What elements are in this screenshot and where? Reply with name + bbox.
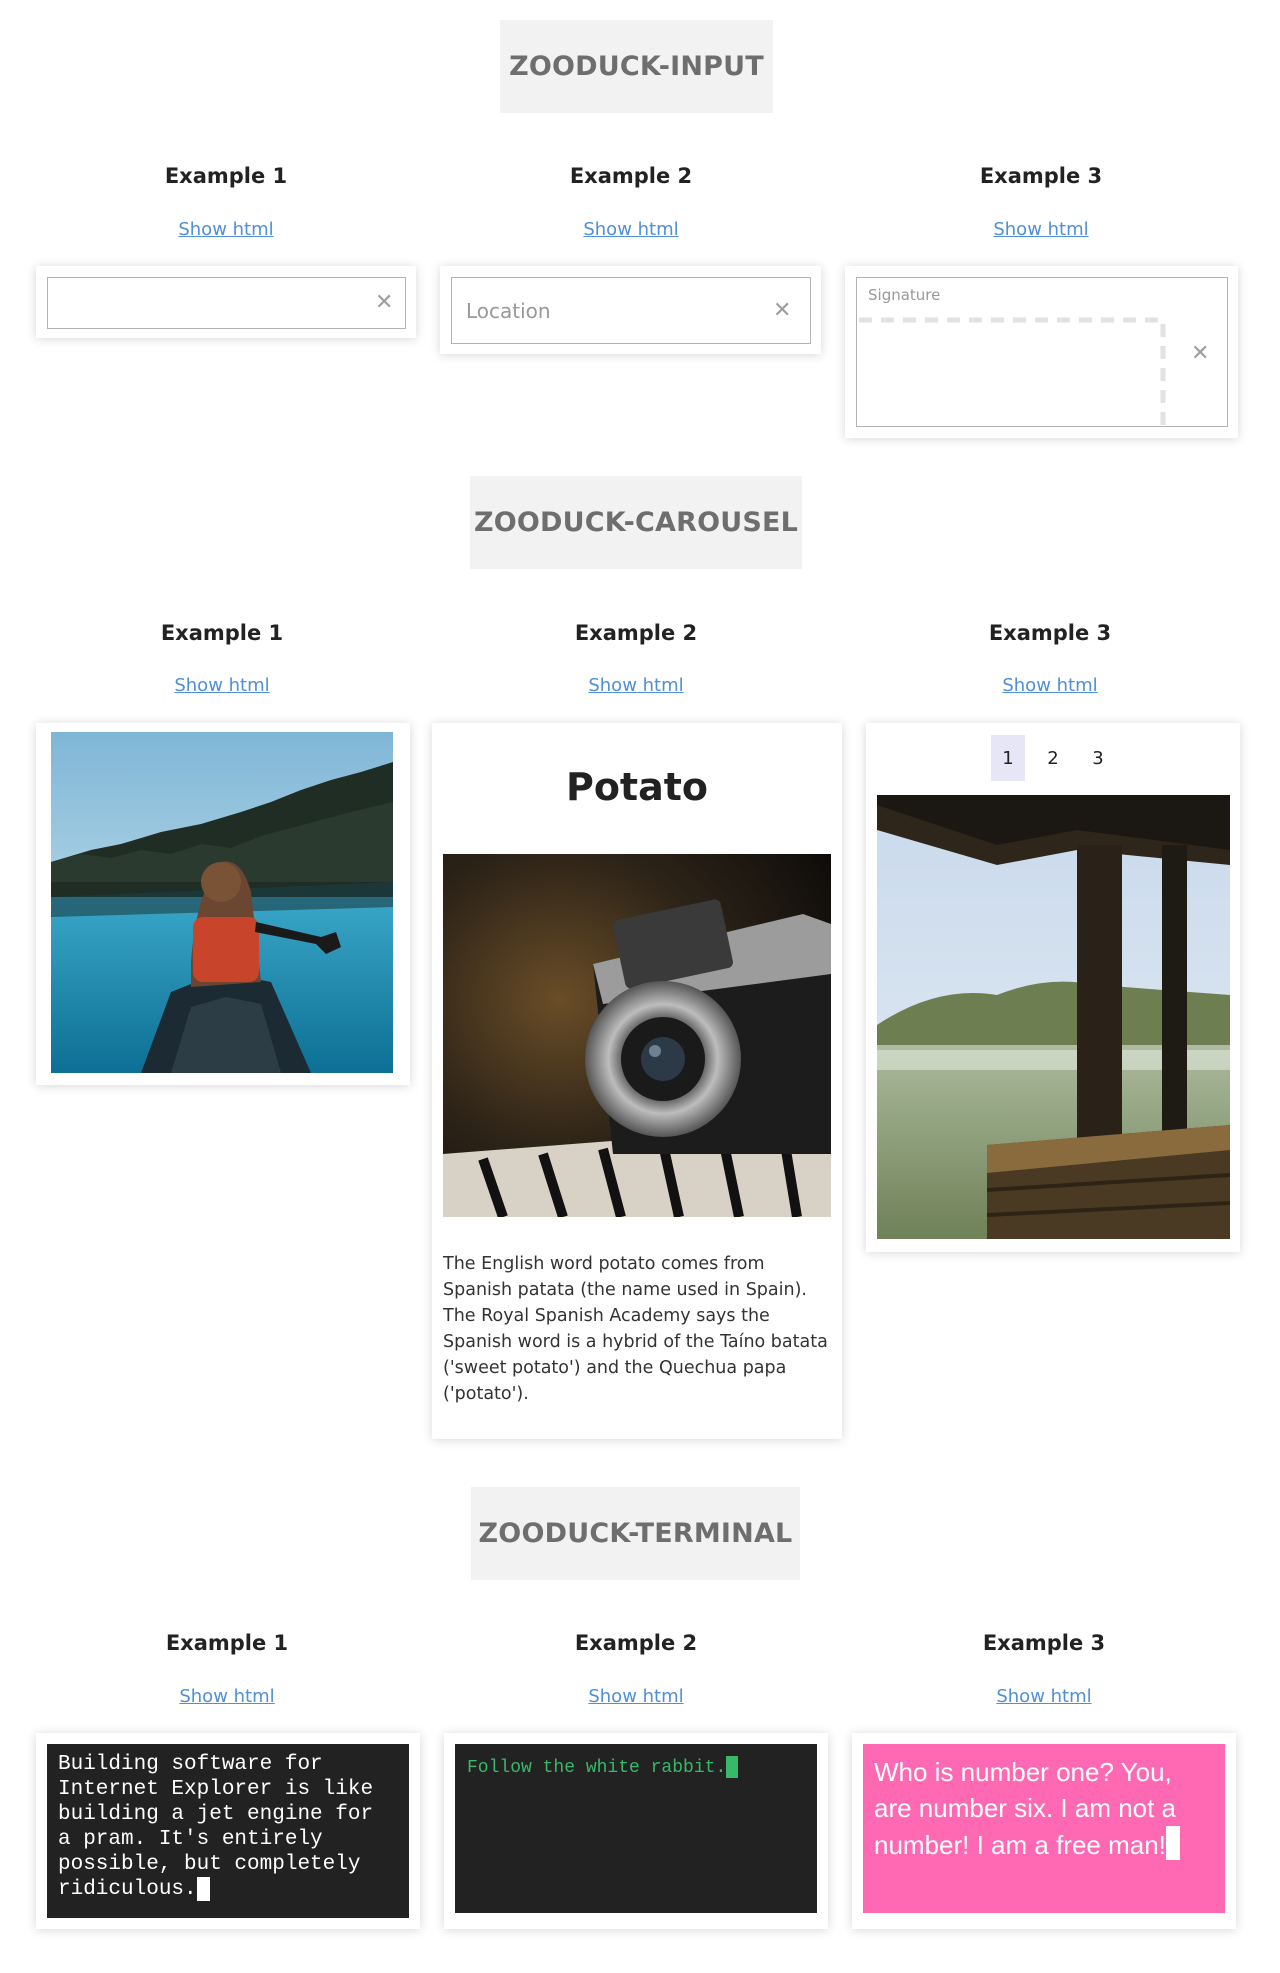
page-button-1[interactable]: 1 [991,735,1025,781]
slide-text: The English word potato comes from Spani… [443,1254,828,1404]
terminal-3[interactable]: Who is number one? You, are number six. … [863,1744,1225,1913]
slide-title: Potato [565,765,709,809]
dock-lake-photo [877,795,1230,1239]
page-button-2[interactable]: 2 [1036,735,1070,781]
canoe-lake-photo [51,732,393,1073]
terminal-2-cursor [726,1756,739,1778]
carousel-example-2-heading: Example 2 [574,621,698,645]
terminal-example-2-card: Follow the white rabbit. [444,1733,828,1929]
input-example-1-heading: Example 1 [164,164,288,188]
section-title-carousel: ZOODUCK-CAROUSEL [470,476,802,569]
carousel-example-2-show-html-link[interactable]: Show html [486,675,786,696]
input-example-2-heading: Example 2 [569,164,693,188]
terminal-example-3-show-html-link[interactable]: Show html [894,1686,1194,1707]
section-title-terminal: ZOODUCK-TERMINAL [471,1487,800,1580]
close-icon[interactable]: ✕ [375,292,393,314]
terminal-example-3-heading: Example 3 [982,1631,1106,1655]
terminal-example-1-show-html-link[interactable]: Show html [77,1686,377,1707]
camera-photo [443,854,831,1217]
carousel-example-3-card: 1 2 3 [866,723,1240,1252]
carousel-example-2-card: Potato The English word potato comes fro… [432,723,842,1439]
close-icon[interactable]: ✕ [773,300,791,322]
input-example-3-heading: Example 3 [979,164,1103,188]
carousel-example-1-show-html-link[interactable]: Show html [72,675,372,696]
input-example-2-show-html-link[interactable]: Show html [481,219,781,240]
carousel-example-1-card [36,723,410,1085]
terminal-1[interactable]: Building software for Internet Explorer … [47,1744,409,1918]
input-example-1-show-html-link[interactable]: Show html [76,219,376,240]
input-example-1-field-wrapper: ✕ [47,277,406,329]
input-example-2-card: ✕ [440,266,821,354]
terminal-1-output: Building software for Internet Explorer … [58,1752,398,1902]
terminal-3-output: Who is number one? You, are number six. … [874,1754,1214,1863]
input-example-2-field-wrapper: ✕ [451,277,811,344]
location-input[interactable] [464,296,758,326]
terminal-3-cursor [1165,1826,1180,1860]
input-example-1-card: ✕ [36,266,416,338]
page-button-3[interactable]: 3 [1081,735,1115,781]
carousel-example-1-heading: Example 1 [160,621,284,645]
terminal-2-text: Follow the white rabbit. [467,1758,727,1778]
terminal-3-text: Who is number one? You, are number six. … [874,1757,1177,1860]
carousel-example-3-heading: Example 3 [988,621,1112,645]
input-example-3-card: Signature ✕ [845,266,1238,438]
terminal-example-1-heading: Example 1 [165,1631,289,1655]
carousel-example-3-show-html-link[interactable]: Show html [900,675,1200,696]
terminal-example-3-card: Who is number one? You, are number six. … [852,1733,1236,1929]
terminal-example-2-show-html-link[interactable]: Show html [486,1686,786,1707]
input-example-1-field[interactable] [60,290,364,318]
terminal-example-1-card: Building software for Internet Explorer … [36,1733,420,1929]
signature-pad[interactable]: Signature ✕ [856,277,1228,427]
terminal-2[interactable]: Follow the white rabbit. [455,1744,817,1913]
signature-dashed-guide [859,317,1166,426]
input-example-3-show-html-link[interactable]: Show html [891,219,1191,240]
terminal-example-2-heading: Example 2 [574,1631,698,1655]
terminal-2-output: Follow the white rabbit. [467,1756,805,1779]
terminal-1-cursor [196,1877,210,1901]
terminal-1-text: Building software for Internet Explorer … [58,1753,386,1901]
section-title-input: ZOODUCK-INPUT [500,20,773,113]
close-icon[interactable]: ✕ [1191,343,1209,365]
